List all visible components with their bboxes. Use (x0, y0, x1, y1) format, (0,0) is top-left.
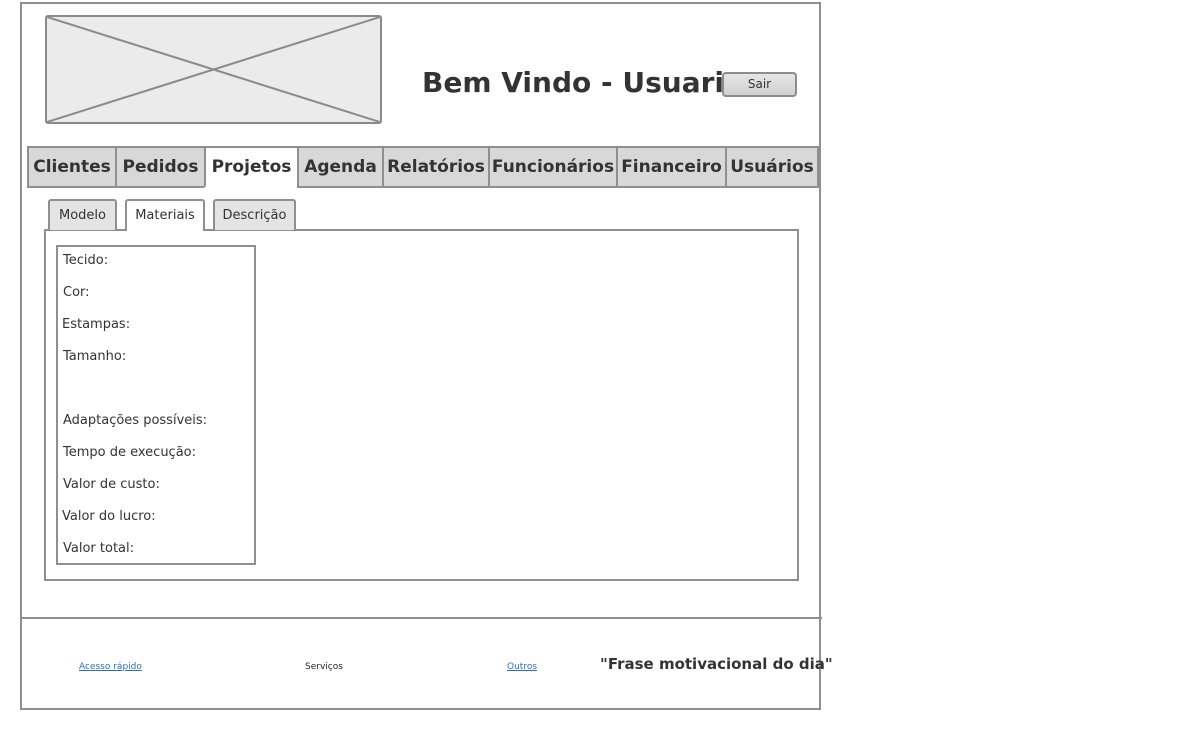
footer-link-acesso-rapido[interactable]: Acesso rápido (79, 662, 142, 672)
main-nav: Clientes Pedidos Projetos Agenda Relatór… (27, 146, 819, 188)
field-label-tempo-execucao: Tempo de execução: (63, 445, 197, 460)
nav-tab-pedidos[interactable]: Pedidos (115, 146, 206, 188)
nav-tab-clientes[interactable]: Clientes (27, 146, 117, 188)
welcome-title: Bem Vindo - Usuario (422, 66, 744, 99)
daily-quote: "Frase motivacional do dia" (600, 655, 833, 673)
nav-tab-agenda[interactable]: Agenda (297, 146, 384, 188)
footer-divider (20, 617, 822, 619)
nav-tab-relatorios[interactable]: Relatórios (382, 146, 490, 188)
field-label-valor-total: Valor total: (63, 541, 134, 556)
field-label-adaptacoes: Adaptações possíveis: (63, 413, 208, 428)
subtab-materiais[interactable]: Materiais (125, 199, 205, 231)
nav-tab-funcionarios[interactable]: Funcionários (488, 146, 618, 188)
field-label-tamanho: Tamanho: (63, 349, 127, 364)
logout-button[interactable]: Sair (722, 72, 797, 97)
field-label-estampas: Estampas: (62, 317, 131, 332)
subtab-modelo[interactable]: Modelo (48, 199, 117, 230)
footer-services-label: Serviços (305, 662, 343, 672)
field-label-tecido: Tecido: (63, 253, 109, 268)
field-label-valor-custo: Valor de custo: (63, 477, 160, 492)
subtab-descricao[interactable]: Descrição (213, 199, 296, 230)
logo-placeholder-cross (47, 17, 380, 122)
field-label-valor-lucro: Valor do lucro: (62, 509, 156, 524)
image-placeholder-icon (45, 15, 382, 124)
materials-field-list: Tecido: Cor: Estampas: Tamanho: Adaptaçõ… (56, 245, 256, 565)
footer-link-outros[interactable]: Outros (507, 662, 537, 672)
nav-tab-projetos[interactable]: Projetos (204, 146, 299, 188)
field-label-cor: Cor: (63, 285, 90, 300)
nav-tab-usuarios[interactable]: Usuários (725, 146, 819, 188)
nav-tab-financeiro[interactable]: Financeiro (616, 146, 727, 188)
